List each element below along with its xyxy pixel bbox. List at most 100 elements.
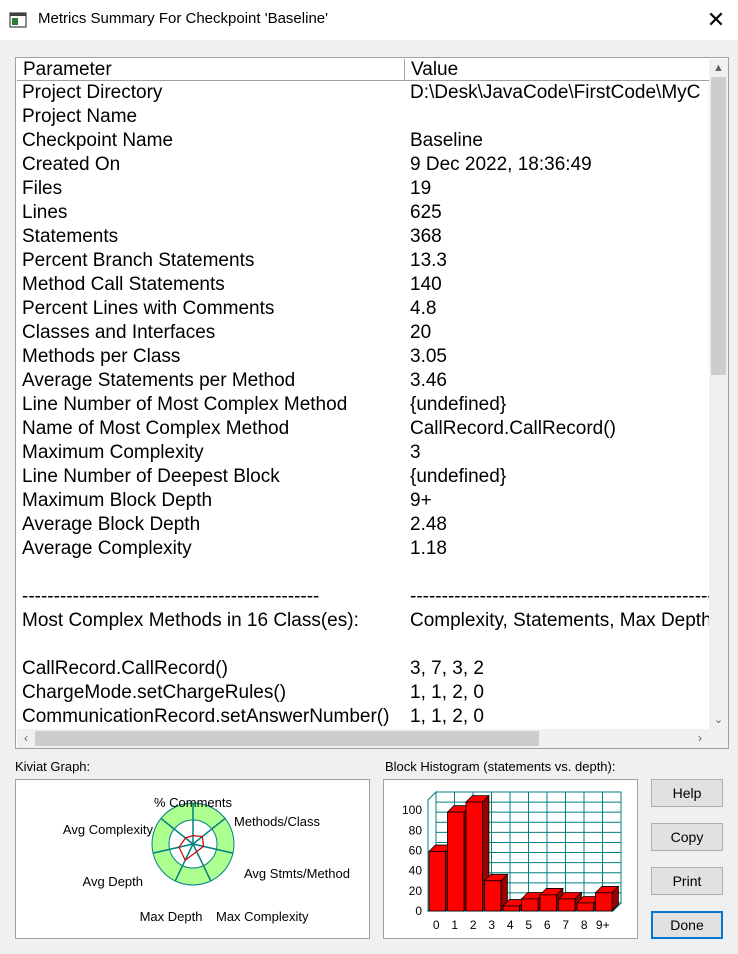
list-row[interactable] [17,561,709,585]
list-row[interactable]: CommunicationRecord.setAnswerNumber() 1, … [17,705,709,729]
list-row[interactable]: Line Number of Deepest Block {undefined} [17,465,709,489]
value-cell: {undefined} [410,466,507,487]
list-row[interactable]: Line Number of Most Complex Method {undef… [17,393,709,417]
list-row[interactable]: Average Block Depth 2.48 [17,513,709,537]
x-tick-label: 0 [433,918,440,932]
list-row[interactable]: Percent Branch Statements 13.3 [17,249,709,273]
parameter-cell: Project Name [22,106,138,127]
parameter-cell: Files [22,178,63,199]
histogram-bar [521,898,539,912]
app-icon [9,12,27,28]
list-row[interactable]: Percent Lines with Comments 4.8 [17,297,709,321]
x-tick-label: 9+ [596,918,610,932]
histogram-bar [595,892,613,912]
scroll-up-icon[interactable]: ▲ [709,59,728,77]
parameter-cell: ChargeMode.setChargeRules() [22,682,287,703]
x-tick-label: 1 [451,918,458,932]
x-tick-label: 8 [581,918,588,932]
value-cell: ----------------------------------------… [410,586,709,607]
histogram-bar [539,894,557,912]
parameter-cell: CallRecord.CallRecord() [22,658,228,679]
kiviat-graph: % Comments Methods/Class Avg Stmts/Method M… [15,779,370,939]
value-cell: 3, 7, 3, 2 [410,658,484,679]
vertical-scroll-thumb[interactable] [711,77,726,375]
histogram-label: Block Histogram (statements vs. depth): [385,759,616,774]
list-row[interactable] [17,633,709,657]
kiviat-axis-label: Avg Complexity [63,822,154,837]
kiviat-axis-label: Methods/Class [234,814,320,829]
list-row[interactable]: Created On 9 Dec 2022, 18:36:49 [17,153,709,177]
y-tick-label: 40 [409,864,423,878]
x-tick-label: 7 [562,918,569,932]
kiviat-axis-label: Max Complexity [216,909,309,924]
list-row[interactable]: Average Complexity 1.18 [17,537,709,561]
parameter-cell: Average Complexity [22,538,192,559]
print-button[interactable]: Print [651,867,723,895]
value-cell: 20 [410,322,432,343]
value-cell: 4.8 [410,298,437,319]
scrollbar-corner [709,729,728,748]
scroll-right-icon[interactable]: › [691,729,709,748]
kiviat-label: Kiviat Graph: [15,759,91,774]
window-title: Metrics Summary For Checkpoint 'Baseline… [38,10,328,27]
value-cell: 1, 1, 2, 0 [410,706,484,727]
value-cell: Complexity, Statements, Max Depth, Calls [410,610,709,631]
list-row[interactable]: Name of Most Complex Method CallRecord.Ca… [17,417,709,441]
horizontal-scroll-thumb[interactable] [35,731,539,746]
list-row[interactable]: ----------------------------------------… [17,585,709,609]
value-cell: 9 Dec 2022, 18:36:49 [410,154,592,175]
list-row[interactable]: Classes and Interfaces 20 [17,321,709,345]
parameter-cell: Statements [22,226,119,247]
value-cell: 368 [410,226,442,247]
parameter-cell: ----------------------------------------… [22,586,320,607]
value-cell: 2.48 [410,514,447,535]
parameter-cell: Percent Branch Statements [22,250,255,271]
list-row[interactable]: Statements 368 [17,225,709,249]
kiviat-axis-label: % Comments [154,795,233,810]
copy-button[interactable]: Copy [651,823,723,851]
list-row[interactable]: CallRecord.CallRecord() 3, 7, 3, 2 [17,657,709,681]
list-row[interactable]: Most Complex Methods in 16 Class(es): Com… [17,609,709,633]
horizontal-scrollbar[interactable]: ‹ › [17,729,709,748]
value-cell: 1.18 [410,538,447,559]
histogram-bar [502,905,520,912]
list-row[interactable]: ChargeMode.setChargeRules() 1, 1, 2, 0 [17,681,709,705]
list-row[interactable]: Project Directory D:\Desk\JavaCode\FirstC… [17,81,709,105]
value-cell: 140 [410,274,442,295]
value-cell: 3 [410,442,421,463]
parameter-cell: Name of Most Complex Method [22,418,290,439]
parameter-cell: Percent Lines with Comments [22,298,275,319]
column-header-value[interactable]: Value [405,59,709,81]
list-row[interactable]: Maximum Block Depth 9+ [17,489,709,513]
y-tick-label: 20 [409,884,423,898]
scroll-left-icon[interactable]: ‹ [17,729,35,748]
list-row[interactable]: Methods per Class 3.05 [17,345,709,369]
list-row[interactable]: Files 19 [17,177,709,201]
list-rows: Project Directory D:\Desk\JavaCode\FirstC… [17,81,709,729]
list-row[interactable]: Method Call Statements 140 [17,273,709,297]
histogram-bar [447,811,465,912]
vertical-scrollbar[interactable]: ▲ ⌄ [709,59,728,729]
x-tick-label: 2 [470,918,477,932]
scroll-down-icon[interactable]: ⌄ [709,711,728,729]
parameter-cell: Classes and Interfaces [22,322,216,343]
value-cell: CallRecord.CallRecord() [410,418,616,439]
list-row[interactable]: Lines 625 [17,201,709,225]
list-row[interactable]: Project Name [17,105,709,129]
list-row[interactable]: Checkpoint Name Baseline [17,129,709,153]
x-tick-label: 3 [488,918,495,932]
column-header-parameter[interactable]: Parameter [17,59,405,81]
metrics-list[interactable]: Parameter Value Project Directory D:\Desk… [15,57,729,749]
kiviat-svg: % CommentsMethods/Class Avg Stmts/Method M… [63,795,350,924]
value-cell: D:\Desk\JavaCode\FirstCode\MyC [410,82,701,103]
help-button[interactable]: Help [651,779,723,807]
close-button[interactable]: ✕ [694,0,738,40]
done-button[interactable]: Done [651,911,723,939]
value-cell: 9+ [410,490,432,511]
list-row[interactable]: Maximum Complexity 3 [17,441,709,465]
list-row[interactable]: Average Statements per Method 3.46 [17,369,709,393]
parameter-cell: Average Statements per Method [22,370,296,391]
value-cell: 3.05 [410,346,447,367]
kiviat-axis-label: Avg Stmts/Method [244,866,350,881]
x-tick-label: 5 [525,918,532,932]
